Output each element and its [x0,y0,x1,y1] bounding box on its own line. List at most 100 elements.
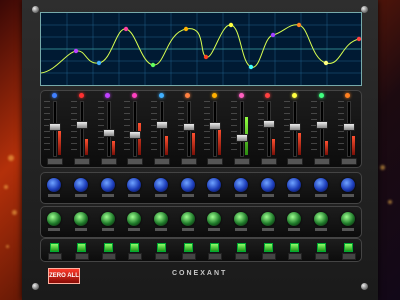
band-enable-switch[interactable] [343,243,353,252]
band-enable-switch[interactable] [130,243,140,252]
q-knob[interactable] [154,178,168,192]
switch-panel [40,238,362,262]
band-enable-switch[interactable] [237,243,246,252]
knob-label-plate [208,228,221,231]
band-select-button[interactable] [105,93,111,98]
slider-handle[interactable] [182,123,195,131]
frequency-knob[interactable] [100,212,115,226]
eq-point[interactable] [73,48,79,54]
eq-point[interactable] [183,26,189,32]
slider-handle[interactable] [262,120,275,128]
level-meter [218,128,222,155]
band-label-plate [260,158,277,165]
eq-point[interactable] [248,64,254,70]
frequency-knob[interactable] [154,212,168,226]
band-enable-switch[interactable] [157,243,166,252]
band-select-button[interactable] [211,93,217,98]
band-select-button[interactable] [158,93,164,98]
slider-handle[interactable] [76,121,88,129]
eq-point[interactable] [270,32,276,38]
q-knob[interactable] [74,178,88,192]
frequency-knob[interactable] [207,212,222,226]
frequency-knob[interactable] [234,212,248,226]
slider-handle[interactable] [129,131,142,139]
q-knob[interactable] [47,178,62,192]
band-select-button[interactable] [131,93,137,98]
eq-point[interactable] [123,26,129,32]
level-meter [191,133,195,155]
frequency-knob[interactable] [287,212,302,226]
eq-point[interactable] [228,22,234,28]
frequency-knob[interactable] [314,212,328,226]
band-select-button[interactable] [265,93,271,98]
band-enable-switch[interactable] [103,243,113,252]
frequency-knob[interactable] [180,212,195,226]
level-meter [351,136,355,155]
band-enable-switch[interactable] [77,243,86,252]
band-label-plate [180,158,197,165]
slider-handle[interactable] [236,134,248,142]
slider-handle[interactable] [289,123,302,131]
slider-handle[interactable] [342,123,355,131]
band-enable-switch[interactable] [183,243,193,252]
band-label-plate [154,158,170,165]
switch-label-plate [315,253,329,260]
q-knob[interactable] [100,178,115,192]
knob-label-plate [101,194,114,197]
eq-point[interactable] [356,36,361,42]
band-label-plate [287,158,304,165]
q-knob[interactable] [287,178,302,192]
band-enable-switch[interactable] [50,243,60,252]
eq-point[interactable] [96,60,102,66]
knob-label-plate [101,228,114,231]
switch-label-plate [128,253,143,260]
frequency-knob[interactable] [47,212,62,226]
band-enable-switch[interactable] [317,243,326,252]
band-select-button[interactable] [185,93,191,98]
frequency-knob[interactable] [74,212,88,226]
eq-point[interactable] [203,54,209,60]
band-select-button[interactable] [51,93,57,98]
q-knob[interactable] [207,178,222,192]
knob-label-plate [48,228,61,231]
band-select-button[interactable] [345,93,351,98]
slider-handle[interactable] [102,129,115,137]
slider-handle[interactable] [209,122,222,130]
frequency-knob[interactable] [260,212,275,226]
knob-label-plate [128,194,141,197]
q-knob[interactable] [180,178,195,192]
band-select-button[interactable] [238,93,244,98]
zero-all-button[interactable]: ZERO ALL [48,268,80,284]
eq-point[interactable] [323,60,329,66]
band-select-button[interactable] [78,93,84,98]
frequency-knob[interactable] [127,212,142,226]
eq-response-graph[interactable] [40,12,362,86]
switch-label-plate [288,253,303,260]
slider-track [160,101,164,157]
knob-label-plate [155,194,167,197]
knob-label-plate [235,228,247,231]
slider-track [320,101,324,157]
q-knob[interactable] [234,178,248,192]
band-label-plate [100,158,117,165]
level-meter [58,131,62,155]
band-enable-switch[interactable] [290,243,300,252]
slider-handle[interactable] [49,123,62,131]
q-knob[interactable] [340,178,355,192]
level-meter [271,139,275,155]
slider-handle[interactable] [156,121,168,129]
slider-scale [257,101,264,155]
knob-label-plate [288,228,301,231]
q-knob[interactable] [127,178,142,192]
q-knob[interactable] [314,178,328,192]
eq-point[interactable] [150,62,156,68]
eq-point[interactable] [296,22,302,28]
band-enable-switch[interactable] [263,243,273,252]
band-select-button[interactable] [318,93,324,98]
frequency-knob[interactable] [340,212,355,226]
q-knob[interactable] [260,178,275,192]
slider-handle[interactable] [316,121,328,129]
band-select-button[interactable] [291,93,297,98]
knob-label-plate [341,194,354,197]
band-enable-switch[interactable] [210,243,220,252]
